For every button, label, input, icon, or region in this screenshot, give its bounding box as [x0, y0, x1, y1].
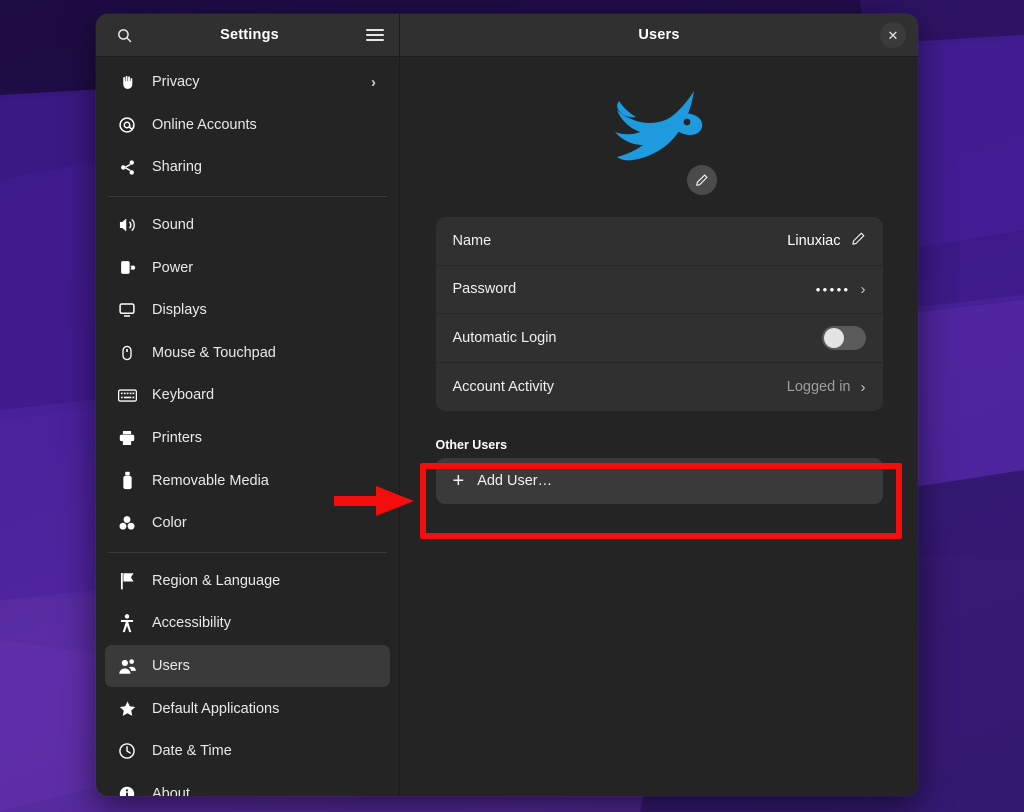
row-label: Password: [452, 281, 517, 298]
pencil-edit-icon[interactable]: [851, 231, 866, 251]
printer-icon: [116, 429, 138, 447]
row-name[interactable]: Name Linuxiac: [435, 217, 883, 266]
sidebar-item-color[interactable]: Color: [105, 502, 390, 545]
users-panel: Name Linuxiac Password ••••• › Automatic…: [400, 57, 918, 796]
sidebar-item-power[interactable]: Power: [105, 246, 390, 289]
sidebar-group-1: Privacy › Online Accounts Sharing: [96, 61, 399, 189]
close-icon[interactable]: ✕: [880, 22, 906, 48]
row-automatic-login[interactable]: Automatic Login: [435, 314, 883, 363]
automatic-login-toggle[interactable]: [821, 325, 866, 350]
sidebar-item-default-applications[interactable]: Default Applications: [105, 687, 390, 730]
chevron-right-icon: ›: [860, 378, 866, 396]
power-plug-icon: [116, 259, 138, 276]
sidebar-item-region-language[interactable]: Region & Language: [105, 560, 390, 603]
sidebar-headerbar: Settings: [96, 14, 400, 56]
settings-sidebar[interactable]: Privacy › Online Accounts Sharing Sound …: [96, 57, 400, 796]
chevron-right-icon: ›: [860, 280, 866, 298]
hand-privacy-icon: [116, 74, 138, 91]
sidebar-item-displays[interactable]: Displays: [105, 289, 390, 332]
mouse-icon: [116, 344, 138, 362]
sidebar-item-accessibility[interactable]: Accessibility: [105, 602, 390, 645]
toggle-knob: [823, 327, 844, 348]
monitor-icon: [116, 301, 138, 319]
sidebar-title: Settings: [220, 27, 279, 43]
account-details-card: Name Linuxiac Password ••••• › Automatic…: [435, 217, 883, 412]
accessibility-person-icon: [116, 614, 138, 633]
search-icon[interactable]: [110, 21, 138, 49]
row-value: Linuxiac: [787, 232, 841, 249]
row-account-activity[interactable]: Account Activity Logged in ›: [436, 363, 883, 412]
other-users-heading: Other Users: [435, 438, 508, 453]
content-headerbar: Users ✕: [400, 14, 918, 56]
sidebar-item-label: Printers: [152, 430, 202, 447]
at-sign-icon: [116, 116, 138, 134]
row-password[interactable]: Password ••••• ›: [435, 266, 883, 315]
sidebar-item-sound[interactable]: Sound: [105, 204, 390, 247]
sidebar-item-label: Sound: [152, 217, 194, 234]
sidebar-item-label: Sharing: [152, 159, 202, 176]
sidebar-group-2: Sound Power Displays Mouse & Touchpad Ke…: [96, 204, 399, 545]
desktop-background: Settings Users ✕ Privacy › Online Accoun…: [0, 0, 1024, 812]
chevron-right-icon: ›: [371, 73, 376, 91]
window-titlebar: Settings Users ✕: [96, 14, 918, 57]
clock-icon: [116, 742, 138, 760]
row-value: Logged in: [786, 379, 851, 396]
sidebar-item-keyboard[interactable]: Keyboard: [105, 374, 390, 417]
add-user-button[interactable]: + Add User…: [435, 458, 883, 505]
sidebar-item-label: Users: [152, 658, 190, 675]
sidebar-item-label: Privacy: [152, 74, 200, 91]
sidebar-divider: [108, 551, 387, 553]
sidebar-item-label: Online Accounts: [152, 116, 257, 133]
sidebar-item-date-time[interactable]: Date & Time: [105, 730, 390, 773]
sidebar-item-printers[interactable]: Printers: [105, 417, 390, 460]
sidebar-item-label: About: [152, 785, 190, 796]
sidebar-item-label: Color: [152, 515, 187, 532]
info-circle-icon: [116, 785, 138, 796]
sidebar-item-label: Date & Time: [152, 743, 232, 760]
plus-icon: +: [452, 470, 465, 493]
row-label: Automatic Login: [452, 329, 557, 346]
sidebar-item-label: Keyboard: [152, 387, 215, 404]
sidebar-item-label: Removable Media: [152, 472, 269, 489]
add-user-label: Add User…: [477, 473, 553, 490]
hamburger-menu-icon[interactable]: [361, 21, 389, 49]
sidebar-item-label: Displays: [152, 302, 207, 319]
password-masked-value: •••••: [815, 281, 851, 297]
pencil-edit-icon[interactable]: [685, 163, 719, 197]
sidebar-item-label: Region & Language: [152, 572, 281, 589]
sidebar-group-3: Region & Language Accessibility Users De…: [96, 560, 399, 796]
sidebar-divider: [108, 195, 387, 197]
sidebar-item-label: Mouse & Touchpad: [152, 344, 276, 361]
usb-drive-icon: [116, 471, 138, 490]
sidebar-item-sharing[interactable]: Sharing: [105, 146, 390, 189]
sidebar-item-users[interactable]: Users: [105, 644, 390, 688]
row-label: Account Activity: [452, 379, 555, 396]
sidebar-item-privacy[interactable]: Privacy ›: [105, 61, 390, 104]
avatar[interactable]: [599, 85, 719, 197]
sidebar-item-label: Default Applications: [152, 700, 280, 717]
share-nodes-icon: [116, 159, 138, 176]
sidebar-item-label: Power: [152, 259, 194, 276]
sidebar-item-removable-media[interactable]: Removable Media: [105, 459, 390, 502]
sidebar-item-mouse-touchpad[interactable]: Mouse & Touchpad: [105, 332, 390, 375]
sidebar-item-online-accounts[interactable]: Online Accounts: [105, 104, 390, 147]
page-title: Users: [638, 27, 680, 43]
sidebar-item-label: Accessibility: [152, 615, 231, 632]
sidebar-item-about[interactable]: About: [105, 773, 390, 796]
settings-window: Settings Users ✕ Privacy › Online Accoun…: [96, 14, 918, 796]
color-profile-icon: [116, 514, 138, 532]
star-icon: [116, 700, 138, 718]
keyboard-icon: [116, 388, 138, 403]
flag-icon: [116, 572, 138, 590]
users-group-icon: [116, 658, 138, 675]
row-label: Name: [452, 232, 492, 249]
speaker-icon: [116, 216, 138, 234]
